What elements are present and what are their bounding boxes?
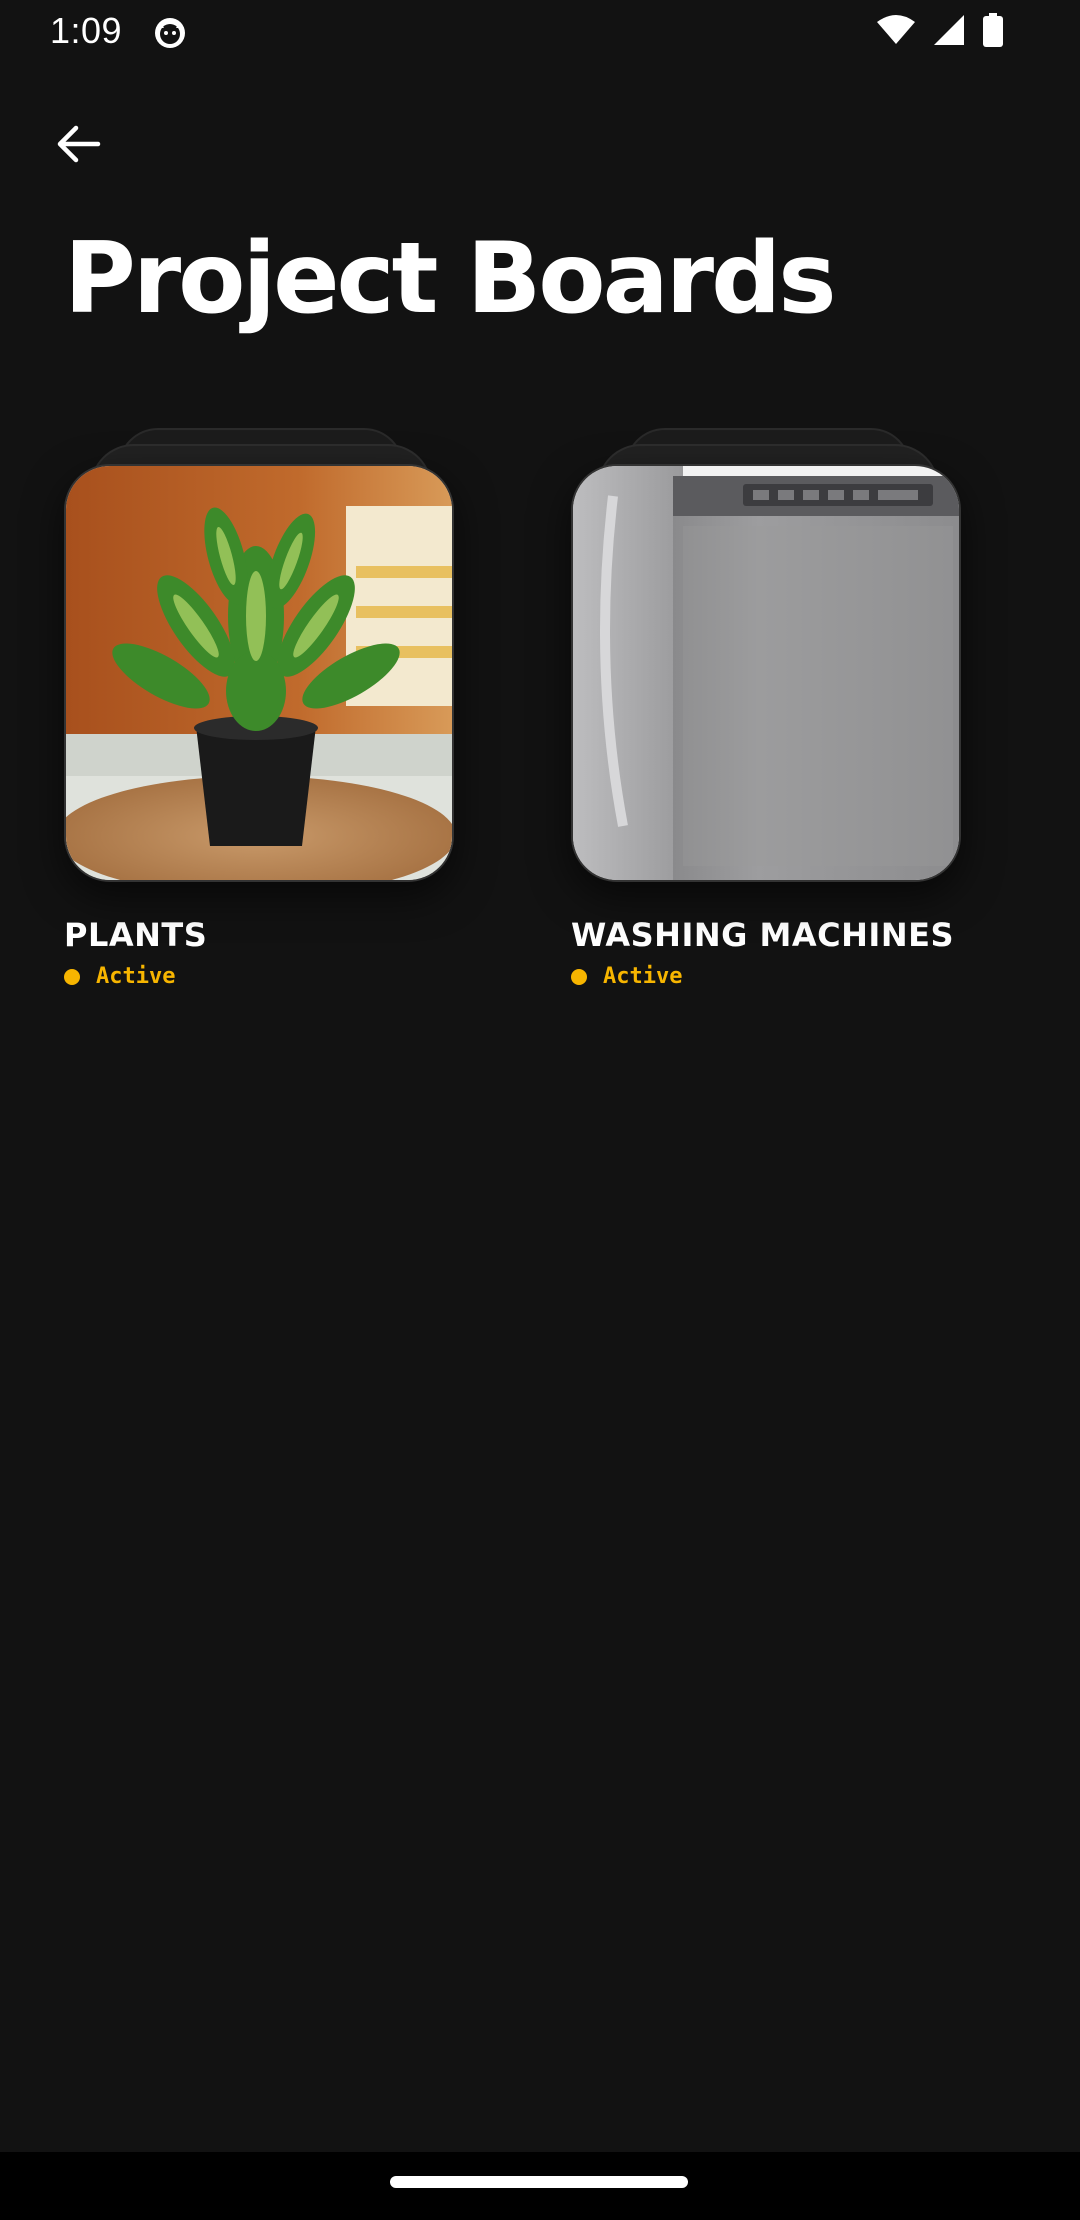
potted-plant-image[interactable]: [64, 464, 454, 882]
status-time: 1:09: [50, 10, 123, 51]
status-badge: Active: [64, 964, 454, 989]
status-text: Active: [603, 964, 683, 989]
system-nav-bar: [0, 2152, 1080, 2220]
board-name: WASHING MACHINES: [571, 916, 955, 954]
status-icons: [876, 13, 1004, 51]
home-indicator[interactable]: [390, 2176, 688, 2188]
arrow-left-icon: [54, 120, 102, 172]
board-card-washing-machines[interactable]: WASHING MACHINES Active: [571, 428, 961, 989]
signal-icon: [932, 13, 966, 51]
washing-machine-image[interactable]: [571, 464, 961, 882]
page-title: Project Boards: [64, 222, 837, 336]
board-thumbnail-stack[interactable]: [571, 428, 961, 882]
battery-icon: [982, 13, 1004, 51]
board-card-plants[interactable]: PLANTS Active: [64, 428, 454, 989]
status-text: Active: [96, 964, 176, 989]
status-dot-icon: [571, 968, 587, 985]
wifi-icon: [876, 14, 916, 50]
status-bar: 1:09: [0, 0, 1080, 64]
status-dot-icon: [64, 968, 80, 985]
status-badge: Active: [571, 964, 961, 989]
board-thumbnail-stack[interactable]: [64, 428, 454, 882]
board-name: PLANTS: [64, 916, 208, 954]
cat-notification-icon: [152, 14, 188, 50]
back-button[interactable]: [40, 108, 116, 184]
